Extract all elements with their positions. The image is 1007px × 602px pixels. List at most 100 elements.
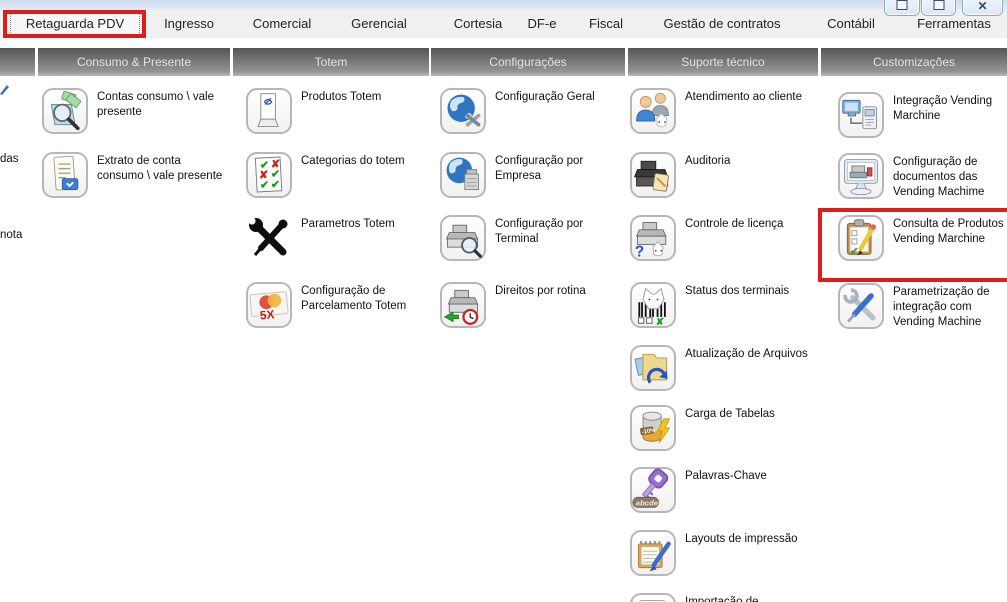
menu-item-label: Parametros Totem	[301, 215, 427, 232]
svg-text:✔: ✔	[260, 180, 269, 192]
totem-kiosk-icon	[246, 88, 292, 134]
section-header-customizacoes: Customizações	[821, 48, 1007, 76]
wrench-screwdriver-icon	[838, 283, 884, 329]
cutoff-label-fragment: nota	[0, 228, 22, 242]
menu-item-parcelamento-totem[interactable]: 5X Configuração de Parcelamento Totem	[246, 282, 427, 328]
key-abcdef-icon: abcdef	[630, 467, 676, 513]
box-bills-magnifier-icon	[42, 88, 88, 134]
menu-item-atualizacao-arquivos[interactable]: Atualização de Arquivos	[630, 345, 811, 391]
section-header-suporte-tecnico: Suporte técnico	[628, 48, 818, 76]
menu-item-configuracao-geral[interactable]: Configuração Geral	[440, 88, 621, 134]
register-clipboard-icon	[630, 152, 676, 198]
tab-label: Retaguarda PDV	[26, 16, 124, 31]
menu-item-label: Auditoria	[685, 152, 811, 169]
menu-item-label: Extrato de conta consumo \ vale presente	[97, 152, 223, 184]
menu-item-direitos-rotina[interactable]: Direitos por rotina	[440, 282, 621, 328]
close-button[interactable]: ✕	[962, 0, 1003, 16]
menu-item-extrato-conta[interactable]: Extrato de conta consumo \ vale presente	[42, 152, 223, 198]
menu-item-produtos-totem[interactable]: Produtos Totem	[246, 88, 427, 134]
window-top-strip	[0, 0, 1007, 10]
menu-item-categorias-totem[interactable]: ✔✘ ✘✔ ✔✔ Categorias do totem	[246, 152, 427, 198]
menu-item-label: Integração Vending Marchine	[893, 92, 1005, 124]
tab-label: Gerencial	[351, 16, 407, 31]
menu-item-contas-consumo[interactable]: Contas consumo \ vale presente	[42, 88, 223, 134]
menu-item-consulta-produtos-vending[interactable]: ✔ Consulta de Produtos Vending Marchine	[838, 215, 1005, 261]
support-people-icon	[630, 88, 676, 134]
maximize-icon	[933, 0, 944, 10]
menu-item-label: Categorias do totem	[301, 152, 427, 169]
maximize-button[interactable]	[921, 0, 956, 16]
receipt-card-icon	[42, 152, 88, 198]
menu-item-parametrizacao-integracao-vending[interactable]: Parametrização de integração com Vending…	[838, 283, 1005, 330]
menu-item-label: Controle de licença	[685, 215, 811, 232]
tab-cortesia[interactable]: Cortesia	[438, 10, 518, 38]
tab-label: DF-e	[528, 16, 557, 31]
menu-item-configuracao-terminal[interactable]: Configuração por Terminal	[440, 215, 621, 261]
menu-item-label: Produtos Totem	[301, 88, 427, 105]
folder-refresh-icon	[630, 345, 676, 391]
menu-item-label: Configuração Geral	[495, 88, 621, 105]
menu-item-configuracao-empresa[interactable]: Configuração por Empresa	[440, 152, 621, 198]
svg-text:?: ?	[635, 243, 644, 260]
app-window: ✕ Retaguarda PDV Ingresso Comercial Gere…	[0, 0, 1007, 602]
menu-item-importacao[interactable]: Importação de	[630, 593, 811, 602]
menu-item-auditoria[interactable]: Auditoria	[630, 152, 811, 198]
tab-contabil[interactable]: Contábil	[812, 10, 890, 38]
cutoff-icon-fragment	[0, 84, 10, 96]
menu-item-configuracao-documentos-vending[interactable]: Configuração de documentos das Vending M…	[838, 153, 1005, 200]
close-icon: ✕	[977, 0, 987, 13]
cutoff-label-fragment: das	[0, 152, 19, 166]
register-magnifier-icon	[440, 215, 486, 261]
menu-item-label: Configuração por Empresa	[495, 152, 621, 184]
menu-item-label: Atualização de Arquivos	[685, 345, 811, 362]
section-header-partial	[0, 48, 35, 76]
crossed-black-tools-icon	[246, 215, 292, 261]
tab-comercial[interactable]: Comercial	[238, 10, 326, 38]
tab-label: Contábil	[827, 16, 875, 31]
menu-item-label: Configuração de Parcelamento Totem	[301, 282, 427, 314]
menu-item-label: Palavras-Chave	[685, 467, 811, 484]
menu-item-carga-tabelas[interactable]: -10% Carga de Tabelas	[630, 405, 811, 451]
network-screens-icon	[838, 92, 884, 138]
section-header-consumo-presente: Consumo & Presente	[38, 48, 230, 76]
monitor-printer-icon	[838, 153, 884, 199]
tab-dfe[interactable]: DF-e	[518, 10, 566, 38]
tab-retaguarda-pdv[interactable]: Retaguarda PDV	[7, 10, 143, 38]
tab-ingresso[interactable]: Ingresso	[152, 10, 226, 38]
minimize-icon	[897, 0, 908, 10]
tab-label: Comercial	[253, 16, 312, 31]
tab-label: Fiscal	[589, 16, 623, 31]
menu-item-label: Contas consumo \ vale presente	[97, 88, 223, 120]
menu-item-parametros-totem[interactable]: Parametros Totem	[246, 215, 427, 261]
register-arrow-clock-icon	[440, 282, 486, 328]
cards-5x-icon: 5X	[246, 282, 292, 328]
menu-item-label: Direitos por rotina	[495, 282, 621, 299]
svg-text:✔: ✔	[850, 246, 858, 257]
menu-item-palavras-chave[interactable]: abcdef Palavras-Chave	[630, 467, 811, 513]
menu-item-label: Parametrização de integração com Vending…	[893, 283, 1005, 330]
notepad-pen-icon	[630, 530, 676, 576]
register-question-fox-icon: ?	[630, 215, 676, 261]
menu-item-controle-licenca[interactable]: ? Controle de licença	[630, 215, 811, 261]
fox-barcode-icon: ✘	[630, 282, 676, 328]
tab-fiscal[interactable]: Fiscal	[576, 10, 636, 38]
menu-item-label: Consulta de Produtos Vending Marchine	[893, 215, 1005, 247]
menu-item-label: Layouts de impressão	[685, 530, 811, 547]
menu-item-layouts-impressao[interactable]: Layouts de impressão	[630, 530, 811, 576]
menu-item-integracao-vending[interactable]: Integração Vending Marchine	[838, 92, 1005, 138]
tab-label: Gestão de contratos	[663, 16, 780, 31]
clipboard-pencil-icon: ✔	[838, 215, 884, 261]
tab-label: Ingresso	[164, 16, 214, 31]
tab-gerencial[interactable]: Gerencial	[336, 10, 422, 38]
globe-company-icon	[440, 152, 486, 198]
menu-item-atendimento-cliente[interactable]: Atendimento ao cliente	[630, 88, 811, 134]
svg-text:abcdef: abcdef	[636, 499, 662, 508]
import-icon	[630, 593, 676, 602]
tab-gestao-contratos[interactable]: Gestão de contratos	[648, 10, 796, 38]
menu-item-status-terminais[interactable]: ✘ Status dos terminais	[630, 282, 811, 328]
svg-text:5X: 5X	[259, 307, 275, 322]
tab-label: Cortesia	[454, 16, 502, 31]
minimize-button[interactable]	[884, 0, 920, 16]
menu-item-label: Configuração por Terminal	[495, 215, 621, 247]
menu-item-label: Configuração de documentos das Vending M…	[893, 153, 1005, 200]
